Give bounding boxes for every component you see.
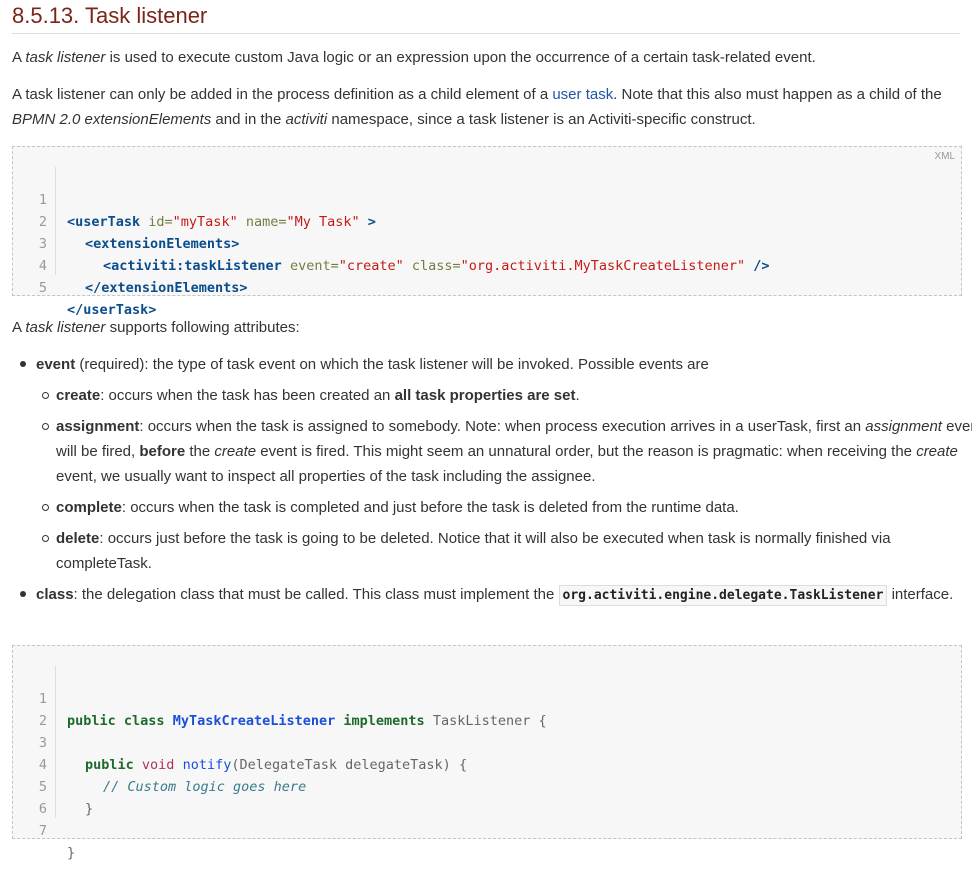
create-bold: all task properties are set [394, 387, 576, 404]
list-item-event: event (required): the type of task event… [20, 352, 972, 576]
java-keyword: implements [343, 713, 425, 729]
java-class-name: MyTaskCreateListener [172, 713, 336, 729]
xml-attr: class= [403, 258, 461, 274]
intro1-prefix: A [12, 49, 26, 66]
attributes-list: event (required): the type of task event… [12, 352, 972, 608]
event-text: (required): the type of task event on wh… [75, 356, 709, 373]
xml-attr: event= [281, 258, 339, 274]
xml-tag: > [359, 214, 376, 230]
xml-string: "create" [338, 258, 404, 274]
intro2-em1: BPMN 2.0 extensionElements [12, 111, 212, 128]
inline-code: org.activiti.engine.delegate.TaskListene… [558, 585, 888, 606]
delete-text: : occurs just before the task is going t… [56, 530, 891, 572]
code-line: 3 public void notify(DelegateTask delega… [13, 710, 467, 773]
code-line: 1 <userTask id="myTask" name="My Task" > [13, 167, 376, 230]
intro2-part2: . Note that this also must happen as a c… [613, 86, 942, 103]
code-line: 6 [13, 776, 62, 817]
code-language-label: XML [934, 151, 955, 162]
xml-string: "My Task" [286, 214, 360, 230]
xml-code-block: XML 1 <userTask id="myTask" name="My Tas… [12, 146, 962, 318]
list-item-assignment: assignment: occurs when the task is assi… [42, 414, 972, 489]
assignment-text-3: the [185, 443, 215, 460]
java-method-name: notify [182, 757, 232, 773]
intro2-part1: A task listener can only be added in the… [12, 86, 553, 103]
xml-string: "org.activiti.MyTaskCreateListener" [460, 258, 746, 274]
java-keyword: class [123, 713, 165, 729]
class-label: class [36, 586, 74, 603]
intro1-suffix: is used to execute custom Java logic or … [105, 49, 816, 66]
java-code-block: 1 public class MyTaskCreateListener impl… [12, 645, 962, 861]
java-punct: } [85, 801, 94, 817]
create-text-end: . [575, 387, 580, 404]
complete-text: : occurs when the task is completed and … [121, 499, 739, 516]
code-line: 5 </userTask> [13, 255, 157, 318]
xml-attr: name= [237, 214, 287, 230]
xml-tag: /> [745, 258, 770, 274]
event-types-list: create: occurs when the task has been cr… [36, 383, 972, 576]
intro1-em: task listener [25, 49, 106, 66]
assignment-label: assignment [56, 418, 140, 435]
assignment-em-3: create [916, 443, 958, 460]
attributes-intro: A task listener supports following attri… [12, 315, 962, 340]
code-line: 5 } [13, 754, 93, 817]
line-number: 5 [38, 280, 47, 296]
complete-label: complete [56, 499, 122, 516]
xml-tag: <userTask [67, 214, 141, 230]
code-line: 2 <extensionElements> [13, 189, 240, 252]
list-item-create: create: occurs when the task has been cr… [42, 383, 972, 408]
list-item-complete: complete: occurs when the task is comple… [42, 495, 972, 520]
page: 8.5.13. Task listener A task listener is… [0, 0, 972, 861]
class-text-2: interface. [887, 586, 954, 603]
java-punct: } [67, 845, 76, 861]
attrs-intro-prefix: A [12, 319, 26, 336]
intro2-part4: namespace, since a task listener is an A… [327, 111, 756, 128]
java-punct: { [458, 757, 468, 773]
java-comment: // Custom logic goes here [103, 779, 307, 795]
java-type: TaskListener [432, 713, 531, 729]
assignment-em-1: assignment [865, 418, 942, 435]
list-item-delete: delete: occurs just before the task is g… [42, 526, 972, 576]
code-line: 7 } [13, 798, 75, 861]
delete-label: delete [56, 530, 100, 547]
xml-attr: id= [140, 214, 173, 230]
intro-paragraph-1: A task listener is used to execute custo… [12, 45, 962, 70]
line-number: 7 [38, 823, 47, 839]
intro2-em2: activiti [285, 111, 328, 128]
xml-tag: <extensionElements> [85, 236, 240, 252]
assignment-text-1: : occurs when the task is assigned to so… [139, 418, 866, 435]
xml-tag: <activiti:taskListener [103, 258, 282, 274]
xml-string: "myTask" [172, 214, 238, 230]
assignment-bold: before [139, 443, 186, 460]
attrs-intro-suffix: supports following attributes: [105, 319, 300, 336]
assignment-em-2: create [214, 443, 257, 460]
create-label: create [56, 387, 101, 404]
class-text-1: : the delegation class that must be call… [73, 586, 559, 603]
list-item-class: class: the delegation class that must be… [20, 582, 972, 608]
java-keyword: public [85, 757, 134, 773]
code-line: 1 public class MyTaskCreateListener impl… [13, 666, 547, 729]
assignment-text-4: event is fired. This might seem an unnat… [256, 443, 917, 460]
java-keyword: public [67, 713, 116, 729]
intro-paragraph-2: A task listener can only be added in the… [12, 82, 962, 132]
assignment-text-5: event, we usually want to inspect all pr… [56, 468, 596, 485]
code-line: 2 [13, 688, 62, 729]
code-line: 3 <activiti:taskListener event="create" … [13, 211, 770, 274]
intro2-part3: and in the [211, 111, 286, 128]
xml-tag: </extensionElements> [85, 280, 248, 296]
java-punct: { [538, 713, 547, 729]
user-task-link[interactable]: user task [552, 86, 613, 103]
attrs-intro-em: task listener [25, 319, 106, 336]
code-line: 4 // Custom logic goes here [13, 732, 306, 795]
java-params: (DelegateTask delegateTask) [231, 757, 451, 773]
java-type: void [141, 757, 175, 773]
code-line: 4 </extensionElements> [13, 233, 248, 296]
create-text: : occurs when the task has been created … [100, 387, 395, 404]
section-title: 8.5.13. Task listener [12, 0, 960, 34]
event-label: event [36, 356, 76, 373]
